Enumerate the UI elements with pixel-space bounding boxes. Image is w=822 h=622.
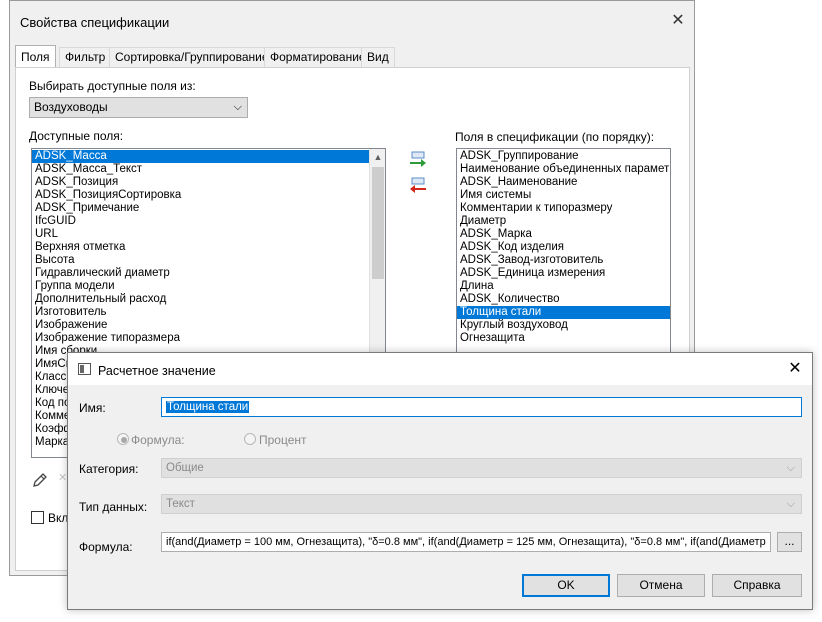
add-arrow-icon <box>410 151 426 167</box>
formula-radio-label: Формула: <box>131 433 185 447</box>
available-field-item[interactable]: Изготовитель <box>32 306 385 319</box>
tab-sorting-grouping[interactable]: Сортировка/Группирование <box>109 47 275 67</box>
category-select[interactable]: Общие ⌵ <box>161 458 802 478</box>
tab-fields[interactable]: Поля <box>15 45 56 68</box>
category-select-value: Общие <box>166 462 204 474</box>
scroll-up-arrow-icon[interactable]: ▲ <box>370 149 385 165</box>
available-field-item[interactable]: Изображение типоразмера <box>32 332 385 345</box>
scheduled-field-item[interactable]: Круглый воздуховод <box>457 319 670 332</box>
include-checkbox-label: Вкл <box>48 511 69 525</box>
scrollbar-thumb[interactable] <box>372 167 384 279</box>
available-fields-label: Доступные поля: <box>29 129 124 143</box>
close-icon[interactable]: ✕ <box>670 13 686 29</box>
formula-radio[interactable] <box>117 433 129 445</box>
scheduled-field-item[interactable]: ADSK_Марка <box>457 228 670 241</box>
scheduled-field-item[interactable]: ADSK_Код изделия <box>457 241 670 254</box>
category-label: Категория: <box>79 462 139 476</box>
tab-filter[interactable]: Фильтр <box>59 47 112 67</box>
add-parameter-button[interactable] <box>408 151 428 169</box>
source-label: Выбирать доступные поля из: <box>29 79 196 93</box>
available-field-item[interactable]: Группа модели <box>32 280 385 293</box>
percent-radio[interactable] <box>244 433 256 445</box>
tab-appearance[interactable]: Вид <box>361 47 395 67</box>
available-field-item[interactable]: Верхняя отметка <box>32 241 385 254</box>
calc-dialog-titlebar: Расчетное значение ✕ <box>68 353 812 385</box>
calc-dialog-title: Расчетное значение <box>98 364 216 378</box>
available-field-item[interactable]: Дополнительный расход <box>32 293 385 306</box>
tab-formatting[interactable]: Форматирование <box>264 47 372 67</box>
available-field-item[interactable]: URL <box>32 228 385 241</box>
available-field-item[interactable]: Изображение <box>32 319 385 332</box>
datatype-select-value: Текст <box>166 498 195 510</box>
remove-arrow-icon <box>410 177 426 193</box>
help-button[interactable]: Справка <box>712 574 802 597</box>
name-input-value: Толщина стали <box>166 401 250 413</box>
scheduled-field-item[interactable]: ADSK_Завод-изготовитель <box>457 254 670 267</box>
source-select-value: Воздуховоды <box>34 100 108 114</box>
available-field-item[interactable]: ADSK_Примечание <box>32 202 385 215</box>
available-field-item[interactable]: ADSK_Масса_Текст <box>32 163 385 176</box>
scheduled-field-item[interactable]: Наименование объединенных параметров <box>457 163 670 176</box>
scheduled-field-item[interactable]: Огнезащита <box>457 332 670 345</box>
scheduled-field-item[interactable]: Диаметр <box>457 215 670 228</box>
scheduled-field-item[interactable]: ADSK_Единица измерения <box>457 267 670 280</box>
scheduled-field-item[interactable]: Имя системы <box>457 189 670 202</box>
dialog-window-icon <box>78 363 91 375</box>
calculated-value-dialog: Расчетное значение ✕ Имя: Толщина стали … <box>67 352 813 610</box>
scheduled-field-item[interactable]: ADSK_Наименование <box>457 176 670 189</box>
formula-input[interactable]: if(and(Диаметр = 100 мм, Огнезащита), "δ… <box>161 532 771 552</box>
scheduled-fields-label: Поля в спецификации (по порядку): <box>455 130 655 144</box>
available-field-item[interactable]: ADSK_Масса <box>32 150 385 163</box>
percent-radio-label: Процент <box>259 433 307 447</box>
close-icon[interactable]: ✕ <box>787 361 803 377</box>
available-field-item[interactable]: Гидравлический диаметр <box>32 267 385 280</box>
datatype-label: Тип данных: <box>79 500 148 514</box>
remove-parameter-button[interactable] <box>408 177 428 195</box>
formula-browse-button[interactable]: ... <box>777 532 802 552</box>
scheduled-field-item[interactable]: ADSK_Количество <box>457 293 670 306</box>
source-category-select[interactable]: Воздуховоды ⌵ <box>29 97 248 118</box>
available-list-scrollbar[interactable]: ▲ <box>369 149 385 359</box>
scheduled-field-item[interactable]: Комментарии к типоразмеру <box>457 202 670 215</box>
available-field-item[interactable]: Высота <box>32 254 385 267</box>
available-field-item[interactable]: ADSK_ПозицияСортировка <box>32 189 385 202</box>
include-checkbox[interactable] <box>31 511 44 524</box>
scheduled-field-item[interactable]: ADSK_Группирование <box>457 150 670 163</box>
chevron-down-icon: ⌵ <box>233 101 242 113</box>
scheduled-fields-list[interactable]: ADSK_Группирование Наименование объединен… <box>456 148 671 356</box>
scheduled-field-item[interactable]: Длина <box>457 280 670 293</box>
available-field-item[interactable]: ADSK_Позиция <box>32 176 385 189</box>
scheduled-field-item[interactable]: Толщина стали <box>457 306 670 319</box>
chevron-down-icon: ⌵ <box>786 498 795 510</box>
name-label: Имя: <box>79 401 106 415</box>
chevron-down-icon: ⌵ <box>786 462 795 474</box>
name-input[interactable]: Толщина стали <box>161 397 802 417</box>
available-field-item[interactable]: IfcGUID <box>32 215 385 228</box>
dialog-title: Свойства спецификации <box>20 15 170 30</box>
ok-button[interactable]: OK <box>522 574 610 597</box>
edit-parameter-button[interactable] <box>31 471 49 489</box>
formula-label: Формула: <box>79 540 133 554</box>
pencil-icon <box>33 473 47 487</box>
cancel-button[interactable]: Отмена <box>617 574 705 597</box>
datatype-select[interactable]: Текст ⌵ <box>161 494 802 514</box>
